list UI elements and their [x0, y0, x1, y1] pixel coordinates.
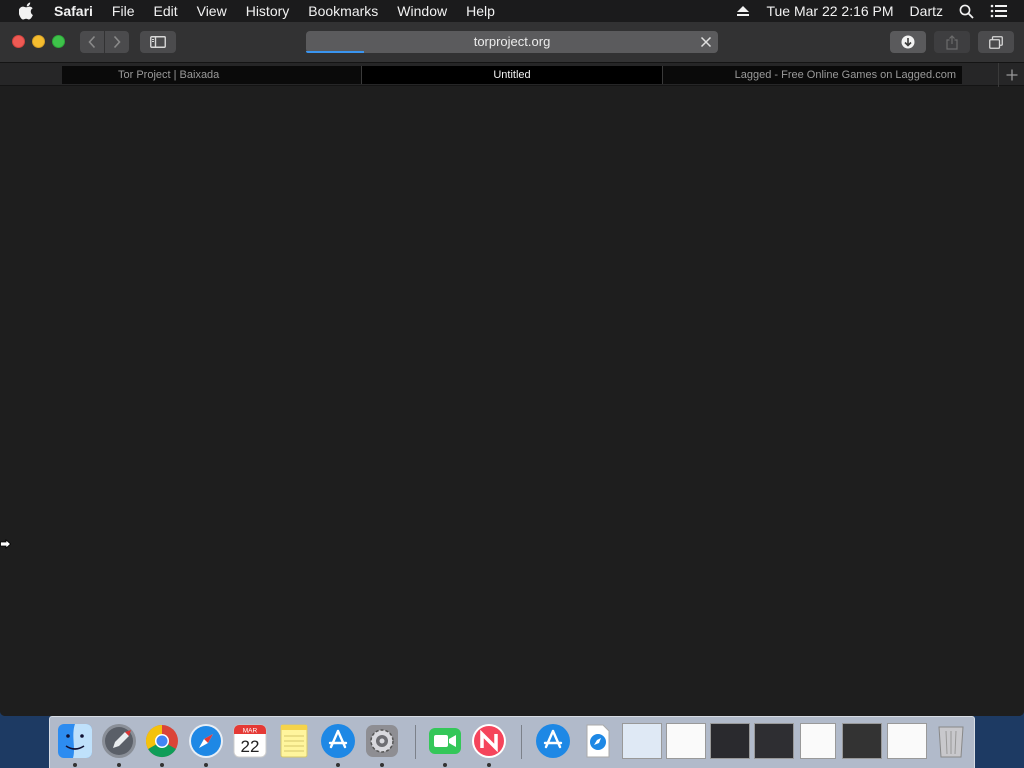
- menu-app-name[interactable]: Safari: [54, 3, 93, 19]
- chrome-icon[interactable]: [143, 722, 181, 767]
- minimized-window-4[interactable]: [754, 723, 794, 759]
- menu-bookmarks[interactable]: Bookmarks: [308, 3, 378, 19]
- back-button[interactable]: [80, 31, 104, 53]
- running-indicator: [117, 763, 121, 767]
- trash-icon[interactable]: [932, 722, 970, 760]
- system-preferences-icon[interactable]: [363, 722, 401, 767]
- user-name[interactable]: Dartz: [910, 3, 943, 19]
- show-all-tabs-button[interactable]: [978, 31, 1014, 53]
- share-icon: [946, 34, 958, 50]
- notification-center-icon[interactable]: [990, 4, 1008, 18]
- share-button[interactable]: [934, 31, 970, 53]
- app-store-icon[interactable]: [319, 722, 357, 767]
- running-indicator: [487, 763, 491, 767]
- chevron-left-icon: [88, 35, 96, 49]
- tab-title: Lagged - Free Online Games on Lagged.com: [734, 69, 956, 81]
- running-indicator: [73, 763, 77, 767]
- minimized-window-6[interactable]: [842, 723, 882, 759]
- clock[interactable]: Tue Mar 22 2:16 PM: [766, 3, 893, 19]
- dock: MAR 22: [49, 716, 975, 768]
- close-window-button[interactable]: [12, 35, 25, 48]
- menu-bar: Safari File Edit View History Bookmarks …: [0, 0, 1024, 22]
- page-load-progress: [306, 51, 364, 53]
- minimized-window-3[interactable]: [710, 723, 750, 759]
- menu-window[interactable]: Window: [397, 3, 447, 19]
- sidebar-icon: [150, 36, 166, 48]
- running-indicator: [204, 763, 208, 767]
- address-bar[interactable]: torproject.org: [306, 31, 718, 53]
- browser-window: torproject.org Tor Project | Baixada Unt…: [0, 22, 1024, 716]
- safari-icon[interactable]: [187, 722, 225, 767]
- forward-button[interactable]: [105, 31, 129, 53]
- tab-untitled[interactable]: Untitled: [362, 66, 663, 84]
- minimized-window-7[interactable]: [887, 723, 927, 759]
- tab-lagged[interactable]: Lagged - Free Online Games on Lagged.com: [662, 66, 962, 84]
- notes-icon[interactable]: [275, 722, 313, 760]
- safari-download-icon[interactable]: [578, 722, 616, 760]
- tab-title: Untitled: [493, 69, 531, 81]
- dock-separator: [415, 725, 416, 759]
- fullscreen-window-button[interactable]: [52, 35, 65, 48]
- facetime-icon[interactable]: [426, 722, 464, 767]
- running-indicator: [160, 763, 164, 767]
- download-icon: [901, 35, 915, 49]
- minimize-window-button[interactable]: [32, 35, 45, 48]
- eject-icon[interactable]: [736, 5, 750, 17]
- running-indicator: [443, 763, 447, 767]
- app-store-downloads-icon[interactable]: [534, 722, 572, 760]
- calendar-day: 22: [241, 737, 260, 756]
- running-indicator: [380, 763, 384, 767]
- minimized-window-1[interactable]: [622, 723, 662, 759]
- tab-tor-project[interactable]: Tor Project | Baixada: [62, 66, 363, 84]
- tabs-strip: Tor Project | Baixada Untitled Lagged - …: [62, 66, 962, 84]
- chevron-right-icon: [113, 35, 121, 49]
- tabs-overview-icon: [989, 35, 1003, 49]
- menu-file[interactable]: File: [112, 3, 135, 19]
- resize-cursor-icon: [0, 539, 12, 549]
- url-text[interactable]: torproject.org: [306, 31, 718, 53]
- menu-view[interactable]: View: [197, 3, 227, 19]
- minimized-window-2[interactable]: [666, 723, 706, 759]
- menu-help[interactable]: Help: [466, 3, 495, 19]
- web-content[interactable]: [0, 87, 1024, 716]
- running-indicator: [336, 763, 340, 767]
- news-icon[interactable]: [470, 722, 508, 767]
- apple-menu-icon[interactable]: [17, 0, 37, 22]
- launchpad-icon[interactable]: [100, 722, 138, 767]
- finder-icon[interactable]: [56, 722, 94, 767]
- menu-history[interactable]: History: [246, 3, 290, 19]
- stop-loading-button[interactable]: [698, 34, 714, 50]
- calendar-icon[interactable]: MAR 22: [231, 722, 269, 760]
- downloads-button[interactable]: [890, 31, 926, 53]
- spotlight-icon[interactable]: [959, 4, 974, 19]
- close-icon: [700, 36, 712, 48]
- calendar-month: MAR: [243, 728, 258, 735]
- new-tab-button[interactable]: [998, 63, 1024, 87]
- toolbar: torproject.org: [0, 22, 1024, 62]
- tab-title: Tor Project | Baixada: [118, 69, 220, 81]
- menu-edit[interactable]: Edit: [153, 3, 177, 19]
- tab-bar: Tor Project | Baixada Untitled Lagged - …: [0, 62, 1024, 87]
- minimized-window-5[interactable]: [800, 723, 836, 759]
- plus-icon: [1006, 69, 1017, 81]
- sidebar-toggle-button[interactable]: [140, 31, 176, 53]
- dock-separator: [521, 725, 522, 759]
